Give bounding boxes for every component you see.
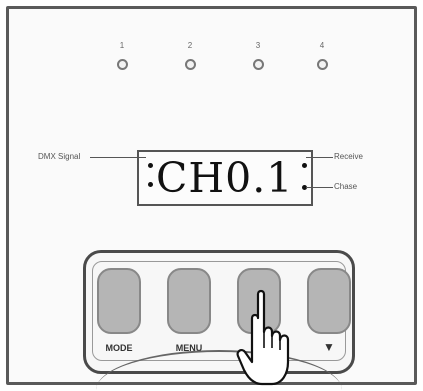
down-button-label: ▼ [323,340,335,354]
pointing-hand-icon [236,289,290,386]
menu-button[interactable] [167,268,211,334]
chase-label: Chase [334,182,358,191]
down-button[interactable] [307,268,351,334]
led-4-indicator [317,59,328,70]
led-1-indicator [117,59,128,70]
led-3-number: 3 [255,41,261,50]
led-1-number: 1 [119,41,125,50]
receive-dot [302,163,307,168]
mode-button-label: MODE [105,343,133,353]
chase-leader [306,187,333,188]
channel-readout: CH0.1 [156,154,294,202]
mode-button[interactable] [97,268,141,334]
led-3-indicator [253,59,264,70]
dmx-signal-dot-lower [148,182,153,187]
receive-leader [306,157,333,158]
led-4-number: 4 [319,41,325,50]
dmx-signal-label: DMX Signal [38,152,81,161]
dmx-signal-leader [90,157,146,158]
led-2-indicator [185,59,196,70]
receive-label: Receive [334,152,363,161]
dmx-signal-dot [148,163,153,168]
led-2-number: 2 [187,41,193,50]
